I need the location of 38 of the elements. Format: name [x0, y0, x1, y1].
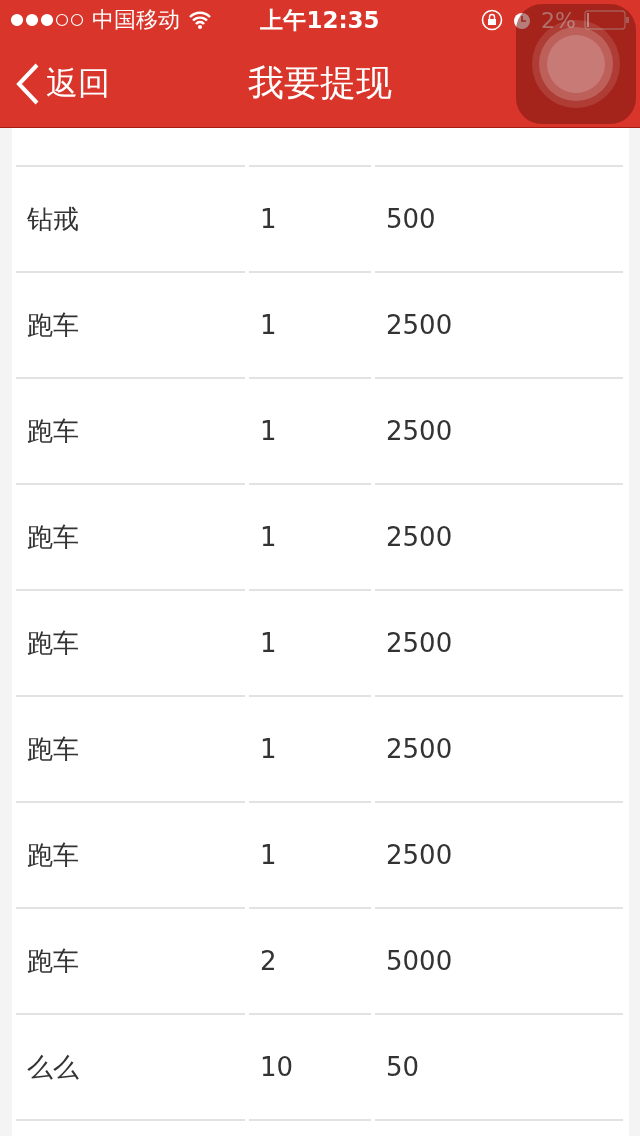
table-cell: 1 [249, 165, 371, 271]
signal-icon [10, 13, 84, 27]
rotation-lock-icon [481, 9, 504, 31]
table-cell: 么么 [16, 1013, 245, 1119]
table-cell: 10 [249, 1013, 371, 1119]
carrier-name: 中国移动 [92, 6, 180, 34]
table-cell: 1 [249, 483, 371, 589]
table-cell: 2500 [375, 377, 623, 483]
table-cell: 跑车 [16, 271, 245, 377]
table-cell: 跑车 [16, 589, 245, 695]
table-cell: 1 [249, 271, 371, 377]
table-cell: 跑车 [16, 907, 245, 1013]
table-cell: 2500 [375, 801, 623, 907]
table-cell: 500 [375, 165, 623, 271]
table-cell: 2500 [375, 695, 623, 801]
table-cell: 跑车 [16, 801, 245, 907]
wifi-icon [188, 11, 212, 29]
table-cell: 钻戒 [16, 165, 245, 271]
clock-time: 上午12:35 [260, 5, 380, 35]
back-button[interactable]: 返回 [0, 61, 110, 106]
battery-icon [584, 10, 630, 30]
table-cell: 1 [249, 377, 371, 483]
assistive-touch-button[interactable] [516, 4, 636, 124]
table-cell: 跑车 [16, 483, 245, 589]
page-title: 我要提现 [248, 61, 392, 105]
table-cell: 2500 [375, 271, 623, 377]
chevron-left-icon [16, 62, 40, 105]
table-cell: 1 [249, 589, 371, 695]
table-cell: 1 [249, 695, 371, 801]
table-cell: 跑车 [16, 695, 245, 801]
table-cell: 2 [249, 907, 371, 1013]
table-cell: 2500 [375, 589, 623, 695]
table-cell: 1 [249, 801, 371, 907]
table-cell: 跑车 [16, 377, 245, 483]
table-cell: 2500 [375, 483, 623, 589]
table-cell: 50 [375, 1013, 623, 1119]
table-cell: 5000 [375, 907, 623, 1013]
battery-percent: 2% [541, 7, 576, 33]
